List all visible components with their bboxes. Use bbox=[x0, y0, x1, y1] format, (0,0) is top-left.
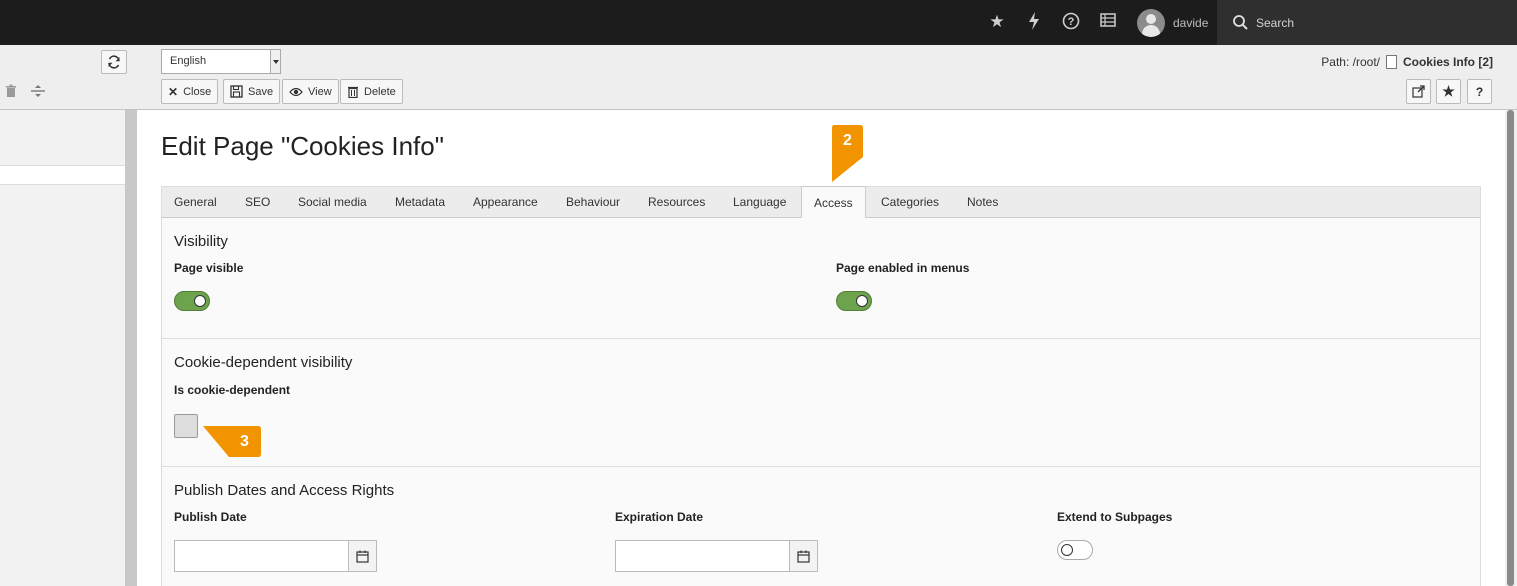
publish-section-title: Publish Dates and Access Rights bbox=[174, 482, 395, 499]
tab-general[interactable]: General bbox=[162, 187, 229, 218]
path-page: Cookies Info [2] bbox=[1402, 55, 1493, 69]
visibility-section-title: Visibility bbox=[174, 233, 228, 250]
user-menu[interactable]: davide bbox=[1137, 8, 1208, 37]
publish-date-label: Publish Date bbox=[174, 510, 247, 524]
tab-behaviour[interactable]: Behaviour bbox=[554, 187, 632, 218]
is-cookie-dependent-label: Is cookie-dependent bbox=[174, 383, 291, 397]
avatar bbox=[1137, 8, 1165, 37]
bolt-icon[interactable] bbox=[1024, 12, 1044, 32]
section-divider bbox=[161, 466, 1481, 467]
tree-toolbar bbox=[4, 84, 46, 98]
expiration-date-picker-button[interactable] bbox=[789, 540, 818, 572]
page-enabled-in-menus-label: Page enabled in menus bbox=[836, 261, 970, 275]
help-button[interactable]: ? bbox=[1467, 79, 1492, 104]
external-link-icon bbox=[1412, 85, 1425, 98]
language-select[interactable]: English bbox=[161, 49, 281, 74]
view-button-label: View bbox=[308, 85, 332, 98]
extend-to-subpages-label: Extend to Subpages bbox=[1057, 510, 1173, 524]
publish-date-input[interactable] bbox=[174, 540, 349, 572]
trash-icon bbox=[348, 86, 358, 98]
section-divider bbox=[161, 338, 1481, 339]
svg-text:?: ? bbox=[1068, 16, 1075, 28]
calendar-icon bbox=[356, 550, 369, 563]
calendar-icon bbox=[797, 550, 810, 563]
page-icon bbox=[1385, 55, 1397, 69]
scrollbar[interactable] bbox=[1505, 110, 1517, 586]
search-placeholder: Search bbox=[1256, 15, 1295, 30]
breadcrumb: Path: /root/ Cookies Info [2] bbox=[1321, 55, 1493, 69]
expiration-date-label: Expiration Date bbox=[615, 510, 704, 524]
close-button[interactable]: ✕ Close bbox=[161, 79, 219, 104]
tab-access[interactable]: Access bbox=[801, 186, 866, 219]
page-visible-toggle[interactable] bbox=[174, 291, 210, 311]
page-title: Edit Page "Cookies Info" bbox=[161, 131, 444, 161]
star-icon: ★ bbox=[1442, 83, 1455, 99]
tab-appearance[interactable]: Appearance bbox=[461, 187, 550, 218]
close-button-label: Close bbox=[183, 85, 212, 98]
scrollbar-thumb[interactable] bbox=[1507, 110, 1514, 586]
publish-date-picker-button[interactable] bbox=[348, 540, 377, 572]
tab-categories[interactable]: Categories bbox=[869, 187, 951, 218]
step-badge-2: 2 bbox=[831, 125, 863, 182]
close-icon: ✕ bbox=[168, 84, 179, 99]
star-icon[interactable]: ★ bbox=[987, 12, 1007, 32]
tab-bar: General SEO Social media Metadata Appear… bbox=[161, 186, 1481, 219]
save-button[interactable]: Save bbox=[223, 79, 281, 104]
tab-language[interactable]: Language bbox=[721, 187, 798, 218]
step-badge-3-label: 3 bbox=[240, 433, 249, 450]
extend-to-subpages-toggle[interactable] bbox=[1057, 540, 1093, 560]
tree-row[interactable] bbox=[0, 165, 125, 185]
view-button[interactable]: View bbox=[282, 79, 339, 104]
language-select-value: English bbox=[170, 55, 207, 67]
help-icon[interactable]: ? bbox=[1061, 12, 1081, 32]
access-panel bbox=[161, 218, 1481, 586]
search-bar[interactable]: Search bbox=[1217, 0, 1517, 45]
save-button-label: Save bbox=[248, 85, 274, 98]
collapse-icon[interactable] bbox=[30, 84, 46, 98]
refresh-icon bbox=[108, 55, 120, 69]
bookmark-button[interactable]: ★ bbox=[1436, 79, 1461, 104]
is-cookie-dependent-checkbox[interactable] bbox=[174, 414, 198, 438]
panel-divider[interactable] bbox=[125, 110, 137, 586]
delete-button[interactable]: Delete bbox=[340, 79, 403, 104]
top-bar: ★ ? davide Search bbox=[0, 0, 1517, 45]
page-tree-panel bbox=[0, 110, 125, 586]
page-enabled-in-menus-toggle[interactable] bbox=[836, 291, 872, 311]
save-icon bbox=[230, 85, 243, 98]
tab-metadata[interactable]: Metadata bbox=[383, 187, 457, 218]
delete-button-label: Delete bbox=[364, 85, 396, 98]
tab-resources[interactable]: Resources bbox=[636, 187, 717, 218]
tab-social-media[interactable]: Social media bbox=[286, 187, 379, 218]
trash-icon[interactable] bbox=[4, 84, 18, 98]
page-visible-label: Page visible bbox=[174, 261, 244, 275]
eye-icon bbox=[289, 87, 303, 96]
chevron-down-icon bbox=[270, 50, 280, 73]
search-icon bbox=[1233, 15, 1248, 30]
step-badge-2-label: 2 bbox=[843, 132, 852, 149]
cookie-section-title: Cookie-dependent visibility bbox=[174, 354, 353, 371]
help-label: ? bbox=[1475, 84, 1484, 99]
expiration-date-input[interactable] bbox=[615, 540, 790, 572]
username: davide bbox=[1173, 15, 1209, 30]
tab-seo[interactable]: SEO bbox=[233, 187, 282, 218]
tab-notes[interactable]: Notes bbox=[955, 187, 1010, 218]
list-icon[interactable] bbox=[1098, 12, 1118, 32]
refresh-tree-button[interactable] bbox=[101, 50, 127, 74]
path-prefix: Path: /root/ bbox=[1321, 55, 1380, 69]
open-new-window-button[interactable] bbox=[1406, 79, 1431, 104]
step-badge-3: 3 bbox=[203, 425, 261, 457]
